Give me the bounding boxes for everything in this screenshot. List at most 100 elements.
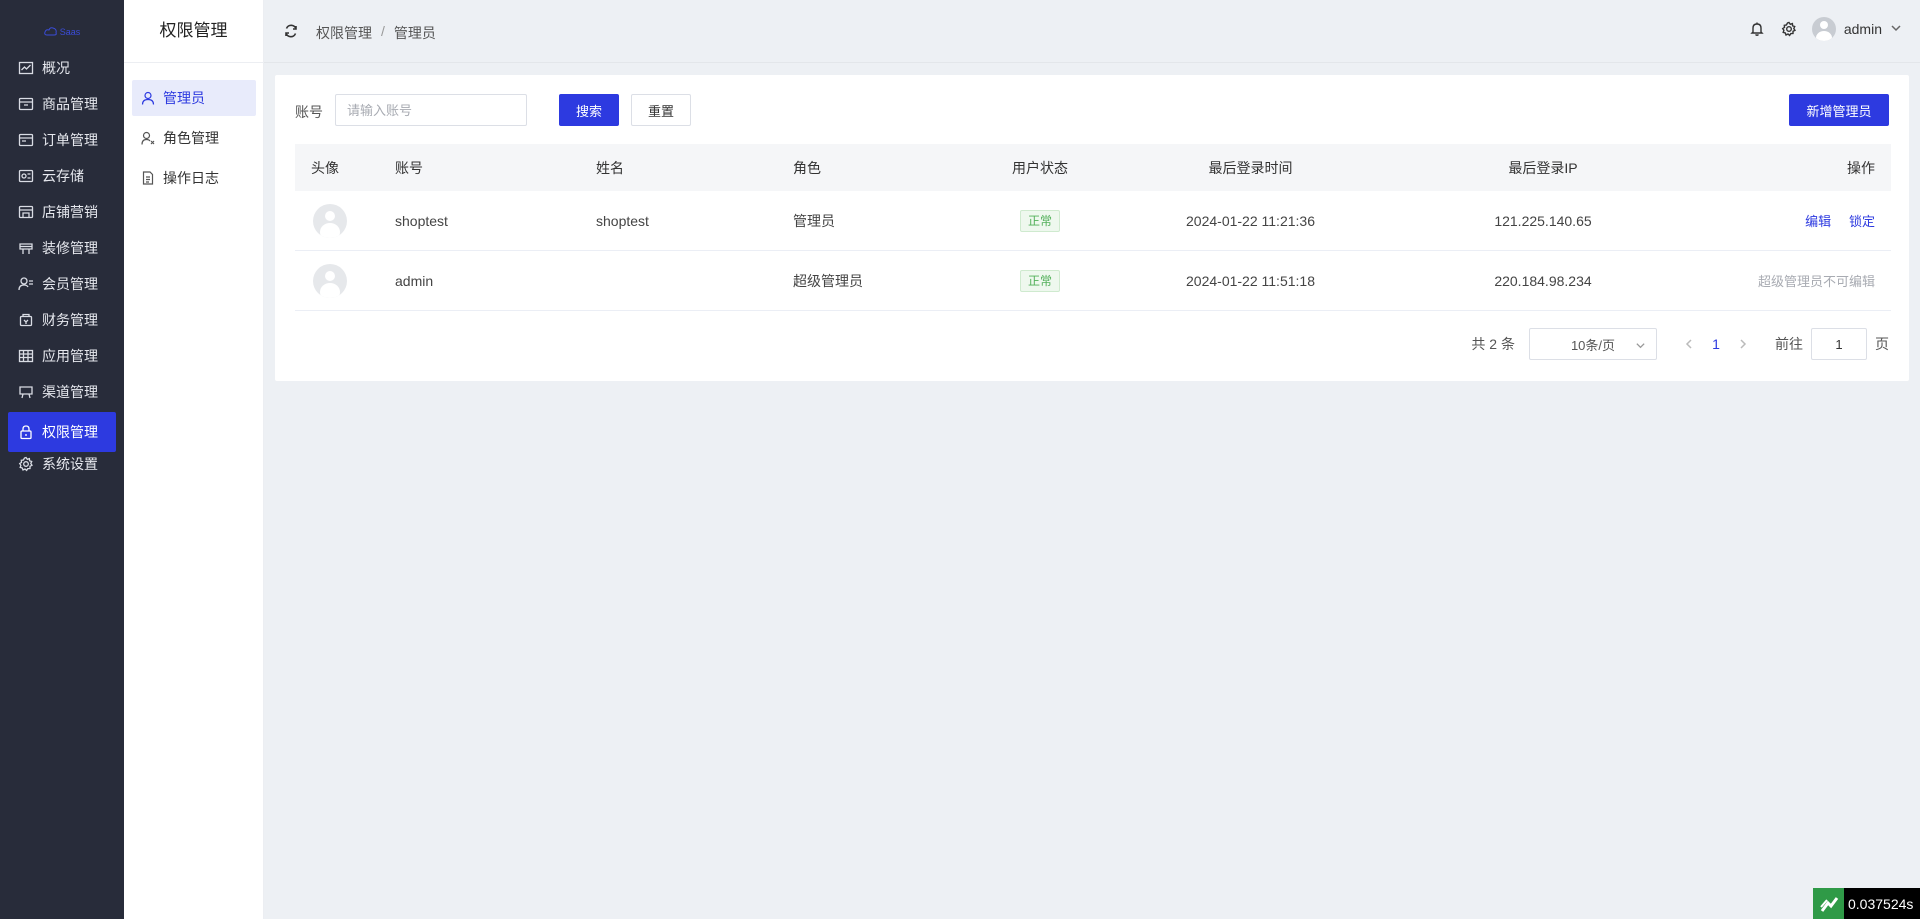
- sidebar-item-label: 订单管理: [42, 132, 98, 148]
- bell-icon[interactable]: [1748, 20, 1766, 38]
- channel-icon: [18, 384, 34, 400]
- breadcrumb-item: 管理员: [393, 25, 436, 41]
- box-icon: [18, 96, 34, 112]
- goto-page-input[interactable]: [1811, 328, 1867, 360]
- table-header: 头像 账号 姓名 角色 用户状态 最后登录时间 最后登录IP 操作: [295, 144, 1891, 191]
- page-size-select[interactable]: 10条/页: [1529, 328, 1657, 360]
- sub-item-logs[interactable]: 操作日志: [132, 160, 256, 196]
- cell-last-login: 2024-01-22 11:21:36: [1186, 212, 1315, 229]
- finance-icon: [18, 312, 34, 328]
- chevron-down-icon: [1890, 21, 1902, 37]
- log-icon: [141, 171, 155, 185]
- column-header: 用户状态: [1012, 159, 1068, 176]
- status-badge: 正常: [1019, 209, 1060, 232]
- cloud-storage-icon: [18, 168, 34, 184]
- gear-icon[interactable]: [1780, 20, 1798, 38]
- account-search-input[interactable]: [335, 94, 527, 126]
- sidebar-item-products[interactable]: 商品管理: [8, 84, 116, 124]
- cell-account: admin: [395, 272, 434, 289]
- gear-icon: [18, 456, 34, 472]
- table-row: shoptest shoptest 管理员 正常 2024-01-22 11:2…: [295, 191, 1891, 251]
- breadcrumb-separator: /: [381, 23, 385, 39]
- cell-account: shoptest: [395, 212, 448, 229]
- sidebar-item-cloud-storage[interactable]: 云存储: [8, 156, 116, 196]
- status-badge: 正常: [1019, 269, 1060, 292]
- sub-item-roles[interactable]: 角色管理: [132, 120, 256, 156]
- breadcrumb: 权限管理 / 管理员: [316, 23, 436, 43]
- refresh-icon[interactable]: [284, 24, 300, 40]
- logo-mark: Saas: [43, 27, 80, 37]
- column-header: 账号: [395, 159, 423, 176]
- sidebar-item-overview[interactable]: 概况: [8, 48, 116, 88]
- sidebar-item-label: 店铺营销: [42, 204, 98, 220]
- page-number[interactable]: 1: [1699, 336, 1733, 352]
- cell-role: 超级管理员: [793, 272, 863, 289]
- cell-ip: 220.184.98.234: [1494, 272, 1592, 289]
- goto-label: 前往: [1775, 336, 1803, 352]
- sidebar-item-label: 商品管理: [42, 96, 98, 112]
- sidebar-item-label: 会员管理: [42, 276, 98, 292]
- search-button[interactable]: 搜索: [559, 94, 619, 126]
- column-header: 最后登录时间: [1208, 159, 1293, 176]
- pagination: 共 2 条 10条/页 1 前往 页: [1471, 328, 1889, 360]
- chevron-down-icon: [1635, 339, 1646, 354]
- avatar: [313, 263, 347, 298]
- sub-sidebar-title: 权限管理: [124, 0, 263, 63]
- cell-last-login: 2024-01-22 11:51:18: [1186, 272, 1315, 289]
- sub-item-label: 管理员: [163, 90, 205, 106]
- sidebar-item-label: 渠道管理: [42, 384, 98, 400]
- sidebar-item-finance[interactable]: 财务管理: [8, 300, 116, 340]
- table-row: admin 超级管理员 正常 2024-01-22 11:51:18 220.1…: [295, 251, 1891, 311]
- perf-badge: 0.037524s: [1813, 888, 1920, 919]
- user-icon: [141, 91, 155, 105]
- page-suffix: 页: [1875, 336, 1889, 352]
- admin-table: 头像 账号 姓名 角色 用户状态 最后登录时间 最后登录IP 操作 shopte…: [295, 144, 1891, 311]
- account-label: 账号: [295, 104, 323, 120]
- perf-logo-icon: [1813, 888, 1844, 919]
- sidebar-item-apps[interactable]: 应用管理: [8, 336, 116, 376]
- next-page-icon[interactable]: [1733, 339, 1753, 349]
- column-header: 头像: [311, 159, 339, 176]
- lock-link[interactable]: 锁定: [1849, 214, 1875, 229]
- sidebar-item-settings[interactable]: 系统设置: [8, 444, 116, 484]
- sidebar-item-label: 概况: [42, 60, 70, 76]
- perf-time: 0.037524s: [1848, 895, 1914, 912]
- role-icon: [141, 131, 155, 145]
- member-icon: [18, 276, 34, 292]
- total-count: 共 2 条: [1471, 336, 1515, 352]
- username: admin: [1843, 21, 1882, 37]
- sidebar-item-label: 系统设置: [42, 456, 98, 472]
- sidebar-item-label: 权限管理: [42, 424, 98, 440]
- sub-item-admins[interactable]: 管理员: [132, 80, 256, 116]
- store-icon: [18, 204, 34, 220]
- sub-sidebar: 权限管理 管理员 角色管理 操作日志: [124, 0, 264, 919]
- sidebar-item-channels[interactable]: 渠道管理: [8, 372, 116, 412]
- decorate-icon: [18, 240, 34, 256]
- cell-role: 管理员: [793, 212, 835, 229]
- avatar: [313, 203, 347, 238]
- avatar: [1811, 17, 1836, 41]
- apps-icon: [18, 348, 34, 364]
- sub-item-label: 角色管理: [163, 130, 219, 146]
- prev-page-icon[interactable]: [1679, 339, 1699, 349]
- column-header: 最后登录IP: [1508, 159, 1578, 176]
- column-header: 操作: [1847, 159, 1875, 176]
- page-size-value: 10条/页: [1570, 337, 1616, 353]
- sidebar-item-decoration[interactable]: 装修管理: [8, 228, 116, 268]
- main-sidebar: Saas 概况 商品管理 订单管理 云存储 店铺营销 装修管理 会员管理 财务管…: [0, 0, 124, 919]
- reset-button[interactable]: 重置: [631, 94, 691, 126]
- user-menu[interactable]: admin: [1811, 17, 1902, 41]
- sidebar-item-marketing[interactable]: 店铺营销: [8, 192, 116, 232]
- sidebar-item-orders[interactable]: 订单管理: [8, 120, 116, 160]
- column-header: 角色: [793, 159, 821, 176]
- chart-icon: [18, 60, 34, 76]
- sidebar-item-label: 装修管理: [42, 240, 98, 256]
- sidebar-item-members[interactable]: 会员管理: [8, 264, 116, 304]
- order-icon: [18, 132, 34, 148]
- sidebar-item-label: 应用管理: [42, 348, 98, 364]
- add-admin-button[interactable]: 新增管理员: [1789, 94, 1889, 126]
- edit-link[interactable]: 编辑: [1805, 214, 1831, 229]
- breadcrumb-item[interactable]: 权限管理: [316, 23, 372, 43]
- sub-item-label: 操作日志: [163, 170, 219, 186]
- cell-name: shoptest: [596, 212, 649, 229]
